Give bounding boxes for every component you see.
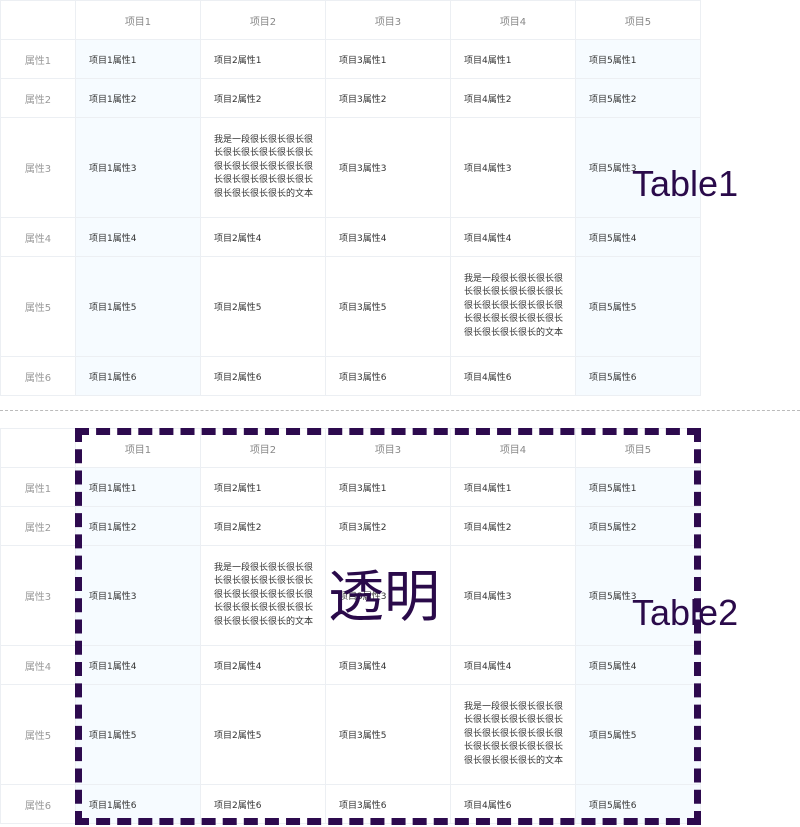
table-cell: 项目4属性6 (450, 784, 576, 824)
table-cell: 项目5属性1 (575, 39, 701, 79)
table-row: 属性1 项目1属性1 项目2属性1 项目3属性1 项目4属性1 项目5属性1 (0, 467, 701, 507)
table-cell: 项目5属性4 (575, 645, 701, 685)
table-cell: 我是一段很长很长很长很长很长很长很长很长很长很长很长很长很长很长很长很长很长很长… (200, 545, 326, 646)
table-cell: 项目2属性4 (200, 645, 326, 685)
table-cell: 项目1属性1 (75, 467, 201, 507)
table-cell: 项目2属性1 (200, 467, 326, 507)
table-row: 属性2 项目1属性2 项目2属性2 项目3属性2 项目4属性2 项目5属性2 (0, 506, 701, 546)
table-cell: 项目2属性6 (200, 784, 326, 824)
column-header[interactable]: 项目5 (575, 428, 701, 468)
row-header: 属性3 (0, 117, 76, 218)
column-header[interactable]: 项目1 (75, 0, 201, 40)
table-cell: 项目1属性1 (75, 39, 201, 79)
table-cell: 项目3属性4 (325, 217, 451, 257)
section-divider (0, 410, 800, 411)
table-cell: 项目4属性6 (450, 356, 576, 396)
column-header[interactable]: 项目4 (450, 428, 576, 468)
column-header[interactable]: 项目5 (575, 0, 701, 40)
table-cell: 项目5属性1 (575, 467, 701, 507)
table-cell: 项目5属性4 (575, 217, 701, 257)
table2-label: Table2 (632, 592, 739, 633)
table-cell: 项目3属性3 (325, 117, 451, 218)
row-header: 属性6 (0, 356, 76, 396)
table-cell: 项目2属性1 (200, 39, 326, 79)
table-cell: 项目3属性5 (325, 256, 451, 357)
column-header[interactable]: 项目1 (75, 428, 201, 468)
row-header: 属性2 (0, 78, 76, 118)
table1-grid: 项目1 项目2 项目3 项目4 项目5 属性1 项目1属性1 项目2属性1 项目3属性1 项目4属… (0, 0, 701, 396)
table-cell: 项目4属性1 (450, 467, 576, 507)
row-header: 属性4 (0, 217, 76, 257)
column-header[interactable]: 项目2 (200, 428, 326, 468)
table-cell: 我是一段很长很长很长很长很长很长很长很长很长很长很长很长很长很长很长很长很长很长… (450, 684, 576, 785)
table-cell: 项目4属性2 (450, 506, 576, 546)
corner-header (0, 428, 76, 468)
table-cell: 项目3属性6 (325, 784, 451, 824)
table-cell: 项目2属性4 (200, 217, 326, 257)
table-cell: 项目1属性4 (75, 645, 201, 685)
table-cell: 项目2属性2 (200, 506, 326, 546)
table-cell: 项目3属性1 (325, 467, 451, 507)
table-row: 属性5 项目1属性5 项目2属性5 项目3属性5 我是一段很长很长很长很长很长很长很长很… (0, 256, 701, 357)
table-row: 属性6 项目1属性6 项目2属性6 项目3属性6 项目4属性6 项目5属性6 (0, 784, 701, 824)
table-cell: 项目4属性4 (450, 217, 576, 257)
table-cell: 项目1属性4 (75, 217, 201, 257)
table-cell: 项目5属性5 (575, 684, 701, 785)
table-cell: 项目5属性6 (575, 784, 701, 824)
table-cell: 我是一段很长很长很长很长很长很长很长很长很长很长很长很长很长很长很长很长很长很长… (200, 117, 326, 218)
table-row: 属性4 项目1属性4 项目2属性4 项目3属性4 项目4属性4 项目5属性4 (0, 645, 701, 685)
column-header[interactable]: 项目3 (325, 428, 451, 468)
table-cell: 项目1属性2 (75, 506, 201, 546)
column-header[interactable]: 项目3 (325, 0, 451, 40)
table-cell: 项目1属性3 (75, 545, 201, 646)
table-row: 属性4 项目1属性4 项目2属性4 项目3属性4 项目4属性4 项目5属性4 (0, 217, 701, 257)
table-cell: 我是一段很长很长很长很长很长很长很长很长很长很长很长很长很长很长很长很长很长很长… (450, 256, 576, 357)
table-cell: 项目3属性2 (325, 78, 451, 118)
table-1: 项目1 项目2 项目3 项目4 项目5 属性1 项目1属性1 项目2属性1 项目3属性1 项目4属… (0, 0, 701, 396)
table-cell: 项目2属性2 (200, 78, 326, 118)
column-header[interactable]: 项目2 (200, 0, 326, 40)
table-cell: 项目1属性3 (75, 117, 201, 218)
table-cell: 项目4属性1 (450, 39, 576, 79)
transparent-label: 透明 (328, 565, 440, 630)
table-cell: 项目5属性6 (575, 356, 701, 396)
table-cell: 项目2属性5 (200, 256, 326, 357)
table-cell: 项目5属性2 (575, 78, 701, 118)
table-cell: 项目4属性2 (450, 78, 576, 118)
row-header: 属性3 (0, 545, 76, 646)
table-cell: 项目3属性1 (325, 39, 451, 79)
row-header: 属性6 (0, 784, 76, 824)
table-row: 属性3 项目1属性3 我是一段很长很长很长很长很长很长很长很长很长很长很长很长很长很… (0, 117, 701, 218)
corner-header (0, 0, 76, 40)
table-cell: 项目4属性3 (450, 545, 576, 646)
table-cell: 项目5属性2 (575, 506, 701, 546)
row-header: 属性5 (0, 256, 76, 357)
table-cell: 项目3属性6 (325, 356, 451, 396)
row-header: 属性1 (0, 467, 76, 507)
row-header: 属性2 (0, 506, 76, 546)
table-cell: 项目3属性5 (325, 684, 451, 785)
table-row: 属性2 项目1属性2 项目2属性2 项目3属性2 项目4属性2 项目5属性2 (0, 78, 701, 118)
table-cell: 项目2属性6 (200, 356, 326, 396)
table-cell: 项目4属性4 (450, 645, 576, 685)
table-cell: 项目2属性5 (200, 684, 326, 785)
table-cell: 项目1属性6 (75, 784, 201, 824)
table-cell: 项目4属性3 (450, 117, 576, 218)
table-cell: 项目5属性5 (575, 256, 701, 357)
column-header[interactable]: 项目4 (450, 0, 576, 40)
table-cell: 项目3属性4 (325, 645, 451, 685)
row-header: 属性4 (0, 645, 76, 685)
table-cell: 项目1属性6 (75, 356, 201, 396)
table-row: 属性5 项目1属性5 项目2属性5 项目3属性5 我是一段很长很长很长很长很长很长很长很… (0, 684, 701, 785)
table-cell: 项目1属性5 (75, 684, 201, 785)
row-header: 属性1 (0, 39, 76, 79)
table-cell: 项目1属性5 (75, 256, 201, 357)
table-row: 属性1 项目1属性1 项目2属性1 项目3属性1 项目4属性1 项目5属性1 (0, 39, 701, 79)
table-cell: 项目3属性2 (325, 506, 451, 546)
table-row: 属性6 项目1属性6 项目2属性6 项目3属性6 项目4属性6 项目5属性6 (0, 356, 701, 396)
table1-label: Table1 (632, 163, 739, 204)
table-cell: 项目1属性2 (75, 78, 201, 118)
row-header: 属性5 (0, 684, 76, 785)
